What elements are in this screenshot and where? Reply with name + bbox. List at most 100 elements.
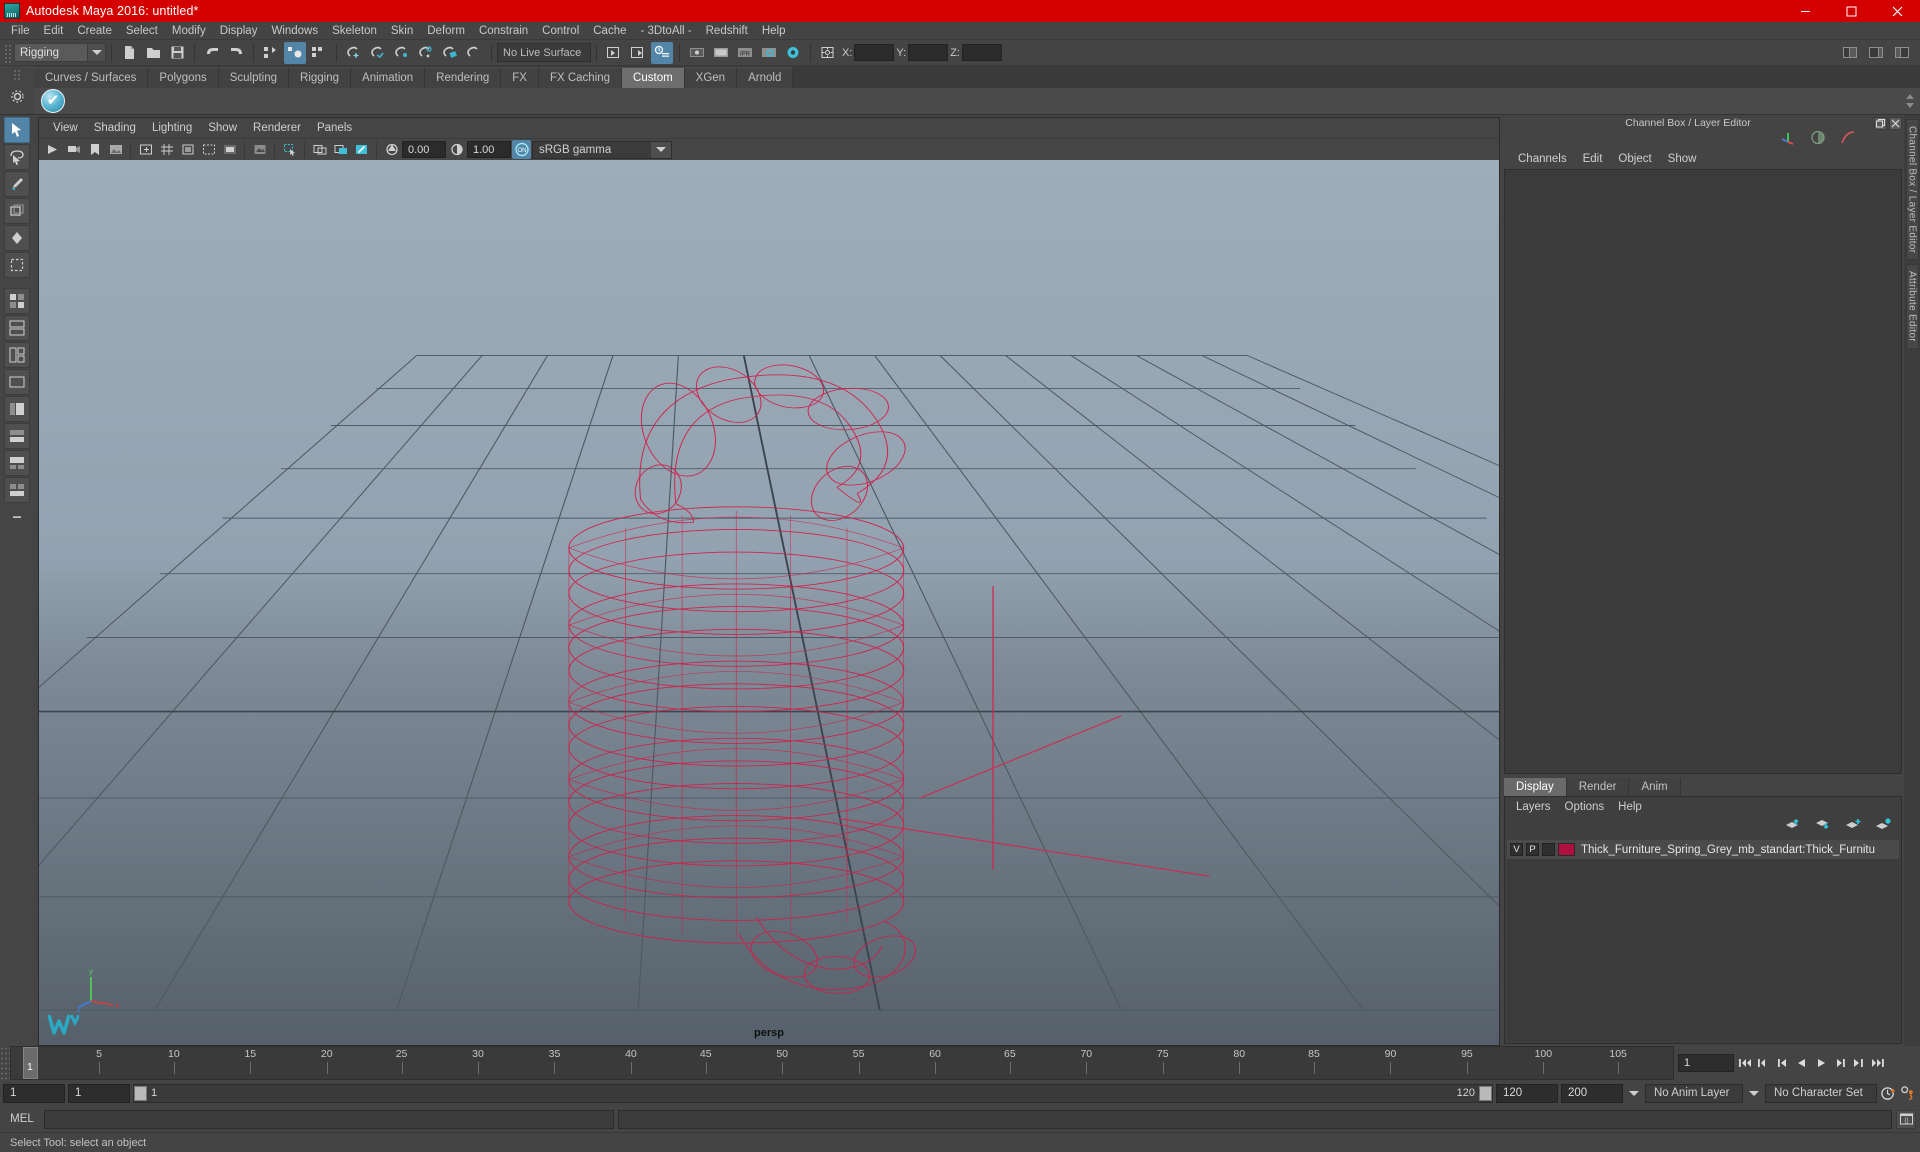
maximize-button[interactable] [1828, 0, 1874, 22]
mel-command-input[interactable] [44, 1109, 614, 1129]
resolution-gate-icon[interactable] [199, 140, 218, 159]
bookmark-icon[interactable] [85, 140, 104, 159]
viewport-menu-lighting[interactable]: Lighting [144, 119, 200, 137]
isolate-select-add-icon[interactable] [331, 140, 350, 159]
play-forwards-icon[interactable] [1812, 1054, 1829, 1072]
layer-menu-help[interactable]: Help [1611, 798, 1649, 816]
chevron-down-icon[interactable] [651, 141, 671, 158]
menu-constrain[interactable]: Constrain [472, 22, 535, 40]
shelf-gripper[interactable] [13, 69, 21, 81]
step-back-frame-icon[interactable] [1774, 1054, 1791, 1072]
shelf-tab-xgen[interactable]: XGen [684, 67, 738, 88]
rotate-tool-icon[interactable] [4, 225, 30, 251]
layer-name[interactable]: Thick_Furniture_Spring_Grey_mb_standart:… [1581, 844, 1875, 856]
gamma-input[interactable]: 1.00 [467, 141, 511, 158]
lasso-tool-icon[interactable] [4, 144, 30, 170]
layer-list[interactable]: V P Thick_Furniture_Spring_Grey_mb_stand… [1507, 840, 1899, 1041]
move-layer-up-icon[interactable] [1785, 818, 1801, 836]
viewport-menu-shading[interactable]: Shading [86, 119, 144, 137]
shelf-tab-polygons[interactable]: Polygons [148, 67, 219, 88]
menu-deform[interactable]: Deform [420, 22, 472, 40]
snap-grid-icon[interactable] [343, 42, 365, 64]
snap-projected-center-icon[interactable] [415, 42, 437, 64]
menu-skin[interactable]: Skin [384, 22, 420, 40]
toolbox-more-icon[interactable] [4, 504, 30, 530]
step-back-key-icon[interactable] [1755, 1054, 1772, 1072]
playback-end-input[interactable]: 120 [1496, 1083, 1558, 1103]
range-start-handle[interactable] [134, 1085, 147, 1101]
step-forward-key-icon[interactable] [1850, 1054, 1867, 1072]
panel-drag-handle-right[interactable] [1756, 122, 1868, 124]
panel-drag-handle-left[interactable] [1508, 122, 1620, 124]
view-layout-outliner-persp-icon[interactable] [4, 396, 30, 422]
coord-y-input[interactable] [908, 44, 949, 61]
animation-preferences-icon[interactable] [1900, 1084, 1917, 1102]
time-slider[interactable]: 1 5 10 15 20 25 30 35 40 45 50 55 60 65 … [10, 1046, 1674, 1080]
chevron-down-icon[interactable] [87, 44, 105, 61]
new-scene-icon[interactable] [118, 42, 140, 64]
select-tool-icon[interactable] [4, 117, 30, 143]
layer-row[interactable]: V P Thick_Furniture_Spring_Grey_mb_stand… [1507, 840, 1899, 859]
live-surface-field[interactable]: No Live Surface [497, 43, 591, 62]
channel-menu-edit[interactable]: Edit [1575, 150, 1611, 168]
grid-toggle-icon[interactable] [157, 140, 176, 159]
render-view-icon[interactable] [686, 42, 708, 64]
range-end-handle[interactable] [1479, 1085, 1492, 1101]
redo-icon[interactable] [225, 42, 247, 64]
menu-set-selector[interactable]: Rigging [14, 43, 106, 62]
shelf-tab-arnold[interactable]: Arnold [737, 67, 794, 88]
hypershade-icon[interactable] [782, 42, 804, 64]
view-layout-graph-icon[interactable] [4, 450, 30, 476]
shelf-tab-curves-surfaces[interactable]: Curves / Surfaces [34, 67, 149, 88]
character-set-selector[interactable]: No Character Set [1765, 1083, 1877, 1103]
gate-mask-icon[interactable] [220, 140, 239, 159]
snap-curve-icon[interactable] [367, 42, 389, 64]
time-slider-gripper[interactable] [0, 1046, 10, 1080]
shelf-options-gear-icon[interactable] [7, 86, 27, 106]
ipr-render-icon[interactable]: IPR [734, 42, 756, 64]
chevron-down-icon[interactable] [1746, 1084, 1762, 1103]
channel-menu-channels[interactable]: Channels [1510, 150, 1575, 168]
range-start-input[interactable]: 1 [3, 1083, 65, 1103]
menu-help[interactable]: Help [755, 22, 793, 40]
panel-close-button[interactable] [1889, 116, 1902, 130]
toolbar-gripper[interactable] [3, 42, 11, 63]
layer-playback-toggle[interactable]: P [1526, 843, 1539, 856]
view-layout-single-icon[interactable] [4, 369, 30, 395]
layer-visibility-toggle[interactable]: V [1510, 843, 1523, 856]
open-outliner-icon[interactable] [603, 42, 625, 64]
isolate-select-icon[interactable] [310, 140, 329, 159]
exposure-reset-icon[interactable] [250, 140, 269, 159]
shelf-tab-animation[interactable]: Animation [351, 67, 426, 88]
minimize-button[interactable] [1782, 0, 1828, 22]
snap-point-icon[interactable] [391, 42, 413, 64]
layer-display-type-toggle[interactable] [1542, 843, 1555, 856]
selection-pivot-icon[interactable] [817, 42, 839, 64]
vertical-tab-attribute-editor[interactable]: Attribute Editor [1905, 264, 1919, 350]
menu-control[interactable]: Control [535, 22, 586, 40]
isolate-select-remove-icon[interactable] [352, 140, 371, 159]
shelf-scroll-arrows[interactable] [1904, 92, 1920, 110]
layer-tab-display[interactable]: Display [1504, 778, 1567, 796]
shelf-tab-rendering[interactable]: Rendering [425, 67, 502, 88]
menu-3dtoall[interactable]: - 3DtoAll - [634, 22, 699, 40]
image-plane-icon[interactable] [106, 140, 125, 159]
anim-layer-selector[interactable]: No Anim Layer [1645, 1083, 1743, 1103]
view-layout-quad-icon[interactable] [4, 288, 30, 314]
command-output-field[interactable] [618, 1109, 1892, 1129]
anim-curve-icon[interactable] [1840, 130, 1856, 150]
select-component-icon[interactable] [308, 42, 330, 64]
coord-x-input[interactable] [854, 44, 895, 61]
view-layout-hypershade-icon[interactable] [4, 423, 30, 449]
channel-menu-show[interactable]: Show [1660, 150, 1705, 168]
select-hierarchy-icon[interactable] [260, 42, 282, 64]
vertical-tab-channel-box[interactable]: Channel Box / Layer Editor [1905, 119, 1919, 261]
camera-attributes-icon[interactable] [64, 140, 83, 159]
menu-windows[interactable]: Windows [264, 22, 325, 40]
new-layer-icon[interactable] [1845, 818, 1861, 836]
close-button[interactable] [1874, 0, 1920, 22]
viewport-menu-panels[interactable]: Panels [309, 119, 360, 137]
open-scene-icon[interactable] [142, 42, 164, 64]
auto-keyframe-toggle-icon[interactable] [1880, 1084, 1897, 1102]
menu-display[interactable]: Display [213, 22, 265, 40]
